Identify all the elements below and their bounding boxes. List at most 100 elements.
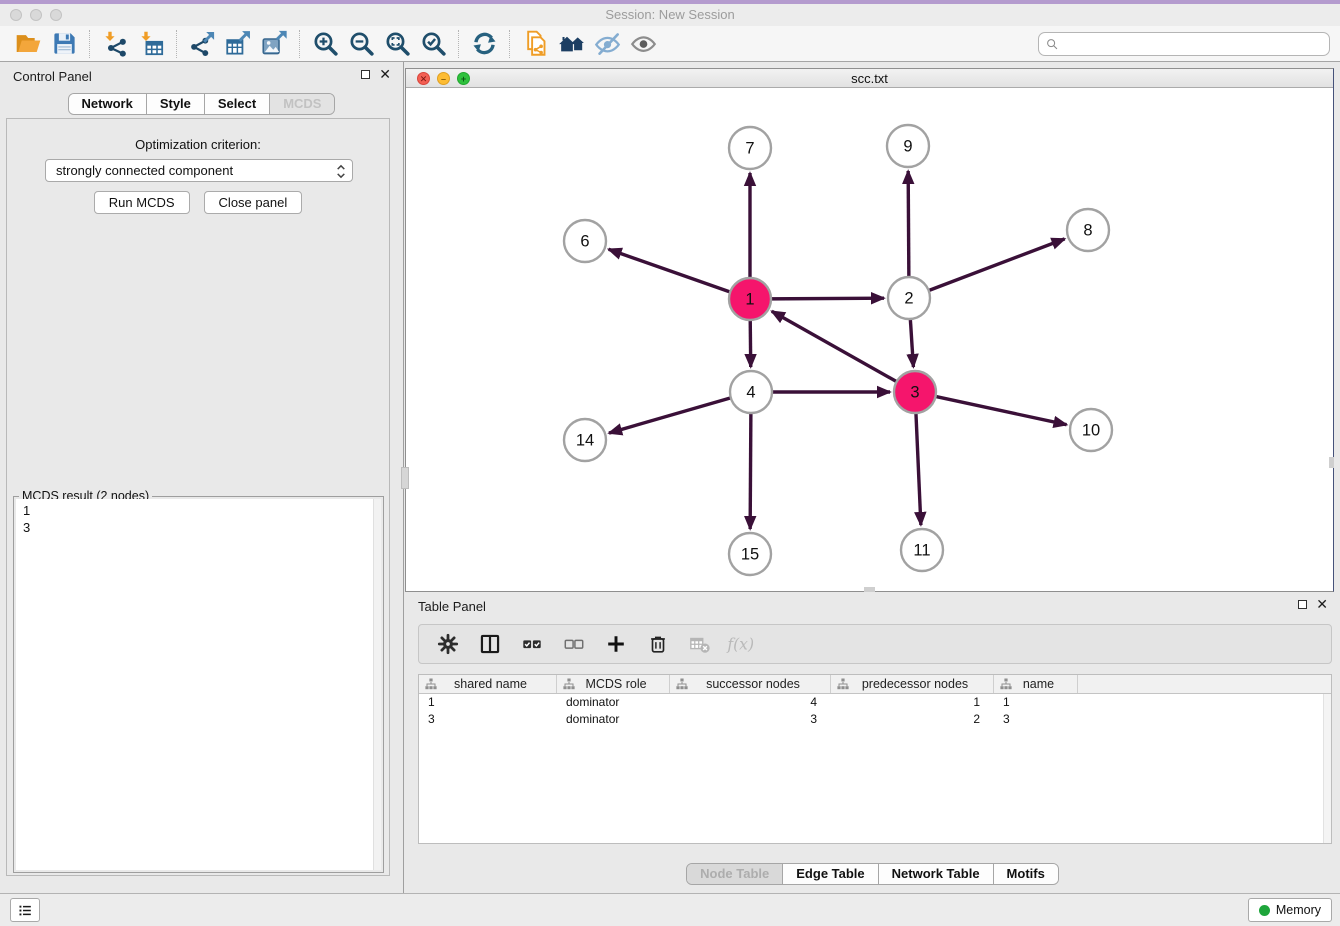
tab-node-table[interactable]: Node Table: [687, 864, 782, 884]
zoom-selected-icon[interactable]: [415, 29, 451, 59]
export-image-icon[interactable]: [256, 29, 292, 59]
node-table[interactable]: shared nameMCDS rolesuccessor nodesprede…: [418, 674, 1332, 844]
hide-eye-icon[interactable]: [589, 29, 625, 59]
column-header-predecessor-nodes[interactable]: predecessor nodes: [831, 675, 994, 693]
export-table-icon[interactable]: [220, 29, 256, 59]
graph-node-9[interactable]: 9: [887, 125, 929, 167]
table-cell[interactable]: 1: [831, 694, 994, 711]
graph-edge-4-15[interactable]: [750, 410, 751, 529]
table-cell[interactable]: 3: [670, 711, 831, 728]
home-icon[interactable]: [553, 29, 589, 59]
graph-node-11[interactable]: 11: [901, 529, 943, 571]
column-header-successor-nodes[interactable]: successor nodes: [670, 675, 831, 693]
tab-edge-table[interactable]: Edge Table: [782, 864, 877, 884]
zoom-fit-icon[interactable]: [379, 29, 415, 59]
graph-edge-1-6[interactable]: [609, 249, 733, 293]
run-mcds-button[interactable]: Run MCDS: [94, 191, 190, 214]
zoom-in-icon[interactable]: [307, 29, 343, 59]
tab-style[interactable]: Style: [146, 94, 204, 114]
network-window-titlebar[interactable]: ✕ – + scc.txt: [406, 69, 1333, 88]
search-icon: [1045, 37, 1059, 51]
graph-edge-2-3[interactable]: [910, 316, 913, 367]
export-network-icon[interactable]: [184, 29, 220, 59]
tab-motifs[interactable]: Motifs: [993, 864, 1058, 884]
table-tab-row: Node TableEdge TableNetwork TableMotifs: [405, 863, 1340, 885]
graph-node-label: 2: [904, 290, 913, 308]
memory-button[interactable]: Memory: [1248, 898, 1332, 922]
columns-icon[interactable]: [474, 629, 506, 659]
float-panel-icon[interactable]: [361, 70, 370, 79]
delete-icon[interactable]: [642, 629, 674, 659]
graph-node-6[interactable]: 6: [564, 220, 606, 262]
table-cell[interactable]: 1: [419, 694, 557, 711]
splitter-handle[interactable]: [401, 467, 409, 489]
column-header-MCDS-role[interactable]: MCDS role: [557, 675, 670, 693]
graph-edge-3-10[interactable]: [933, 396, 1067, 425]
close-panel-button[interactable]: Close panel: [204, 191, 303, 214]
graph-edge-1-4[interactable]: [750, 317, 751, 367]
table-cell[interactable]: 4: [670, 694, 831, 711]
duplicate-network-icon[interactable]: [517, 29, 553, 59]
network-window: ✕ – + scc.txt 7 9 6 8 1 2 4 3 14 10 15 11: [405, 68, 1334, 592]
graph-edge-3-1[interactable]: [772, 311, 900, 383]
graph-edge-1-2[interactable]: [768, 298, 884, 299]
toolbar-separator: [176, 30, 177, 58]
graph-edge-4-14[interactable]: [609, 397, 734, 433]
graph-node-4[interactable]: 4: [730, 371, 772, 413]
tab-network[interactable]: Network: [69, 94, 146, 114]
graph-node-7[interactable]: 7: [729, 127, 771, 169]
float-panel-icon[interactable]: [1298, 600, 1307, 609]
tab-mcds[interactable]: MCDS: [269, 94, 334, 114]
graph-node-10[interactable]: 10: [1070, 409, 1112, 451]
column-header-name[interactable]: name: [994, 675, 1078, 693]
show-eye-icon[interactable]: [625, 29, 661, 59]
graph-edge-2-9[interactable]: [908, 171, 909, 280]
table-cell[interactable]: dominator: [557, 694, 670, 711]
close-panel-icon[interactable]: ✕: [379, 69, 391, 80]
search-field[interactable]: [1038, 32, 1330, 56]
tab-network-table[interactable]: Network Table: [878, 864, 993, 884]
save-icon[interactable]: [46, 29, 82, 59]
graph-node-15[interactable]: 15: [729, 533, 771, 575]
select-all-icon[interactable]: [516, 629, 548, 659]
table-panel: Table Panel ✕ f(x) shared nameMCDS roles…: [405, 592, 1340, 893]
graph-node-2[interactable]: 2: [888, 277, 930, 319]
table-row[interactable]: 1dominator411: [419, 694, 1331, 711]
deselect-all-icon[interactable]: [558, 629, 590, 659]
add-icon[interactable]: [600, 629, 632, 659]
column-header-shared-name[interactable]: shared name: [419, 675, 557, 693]
zoom-out-icon[interactable]: [343, 29, 379, 59]
graph-node-1[interactable]: 1: [729, 278, 771, 320]
close-panel-icon[interactable]: ✕: [1316, 599, 1328, 610]
table-cell[interactable]: 3: [419, 711, 557, 728]
gear-icon[interactable]: [432, 629, 464, 659]
window-title: Session: New Session: [0, 4, 1340, 26]
import-table-icon[interactable]: [133, 29, 169, 59]
task-history-button[interactable]: [10, 898, 40, 922]
graph-edge-3-11[interactable]: [916, 410, 921, 525]
graph-node-8[interactable]: 8: [1067, 209, 1109, 251]
optimization-select[interactable]: strongly connected component: [45, 159, 353, 182]
table-scrollbar[interactable]: [1323, 694, 1331, 843]
mcds-result-list[interactable]: 13: [16, 499, 381, 870]
open-folder-icon[interactable]: [10, 29, 46, 59]
graph-edge-2-8[interactable]: [926, 239, 1065, 292]
graph-node-14[interactable]: 14: [564, 419, 606, 461]
refresh-icon[interactable]: [466, 29, 502, 59]
table-cell[interactable]: dominator: [557, 711, 670, 728]
table-cell[interactable]: 1: [994, 694, 1078, 711]
tab-select[interactable]: Select: [204, 94, 269, 114]
graph-node-3[interactable]: 3: [894, 371, 936, 413]
resize-handle[interactable]: [1329, 457, 1334, 468]
network-graph[interactable]: 7 9 6 8 1 2 4 3 14 10 15 11: [406, 89, 1333, 592]
control-panel: Control Panel ✕ NetworkStyleSelectMCDS O…: [0, 62, 404, 893]
table-cell[interactable]: 2: [831, 711, 994, 728]
network-canvas[interactable]: 7 9 6 8 1 2 4 3 14 10 15 11: [406, 89, 1333, 591]
result-scrollbar[interactable]: [373, 499, 381, 870]
table-row[interactable]: 3dominator323: [419, 711, 1331, 728]
status-bar: Memory: [0, 893, 1340, 926]
search-input[interactable]: [1038, 32, 1330, 56]
import-network-icon[interactable]: [97, 29, 133, 59]
table-cell[interactable]: 3: [994, 711, 1078, 728]
graph-node-label: 8: [1083, 222, 1092, 240]
